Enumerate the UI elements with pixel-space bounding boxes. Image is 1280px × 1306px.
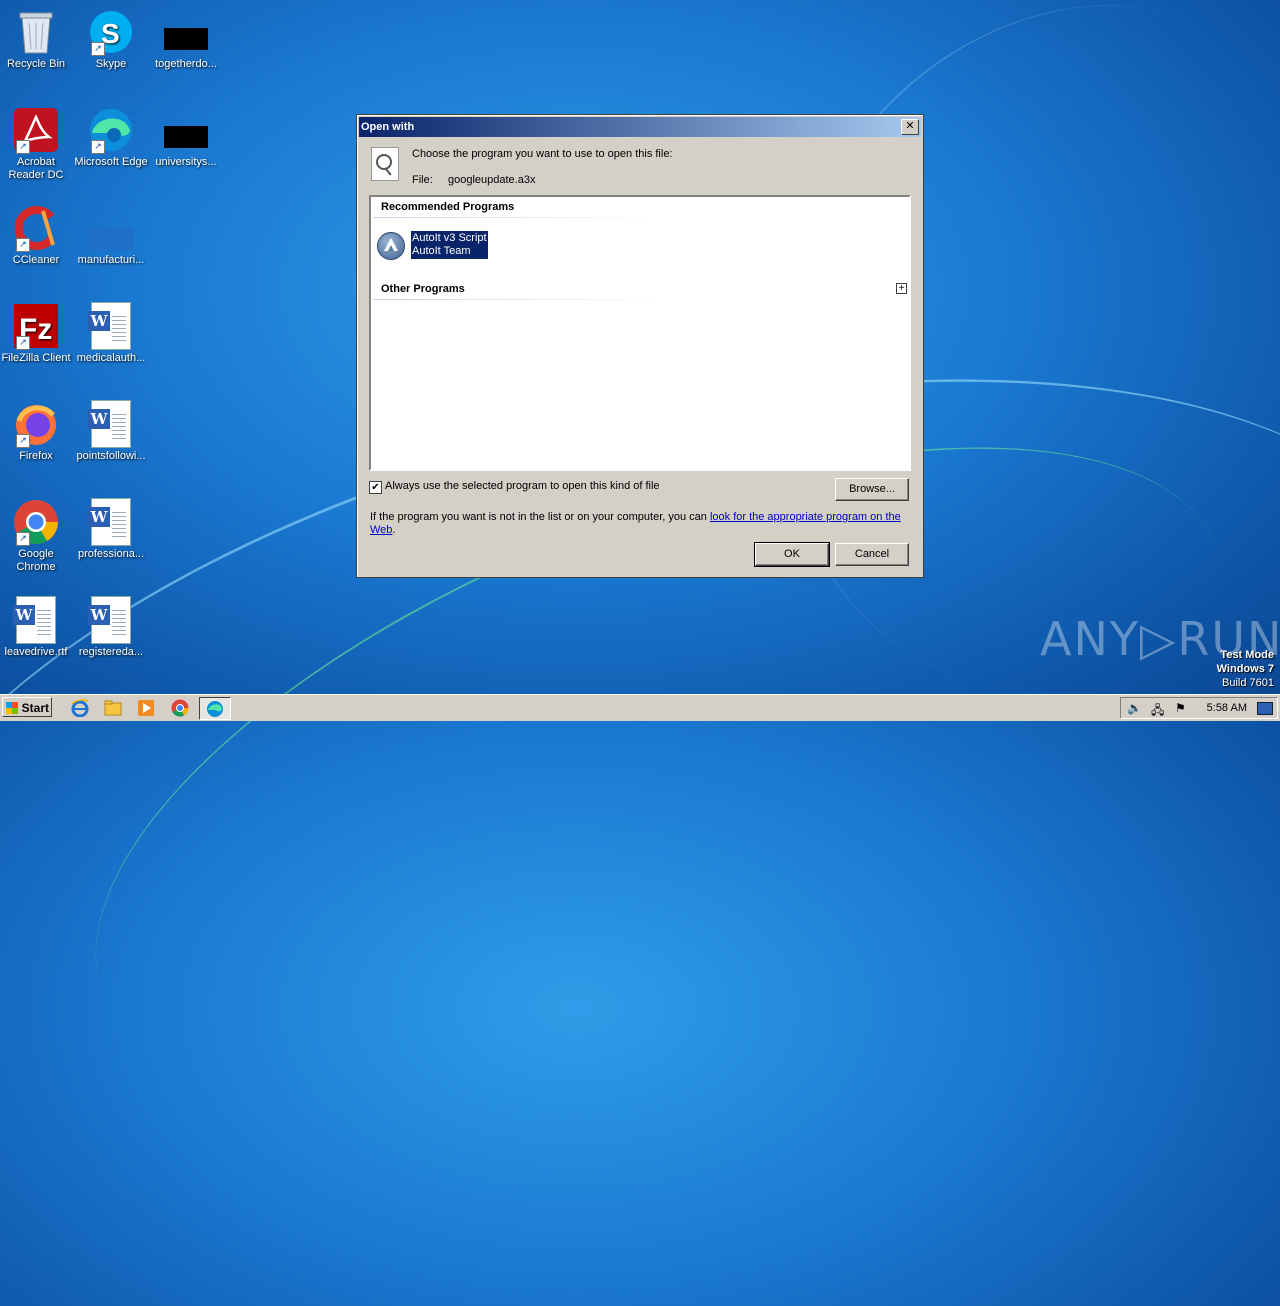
system-tray: 🔈 🖧 ⚑ 5:58 AM <box>1120 697 1278 719</box>
desktop-icon-manufacturing[interactable]: manufacturi... <box>73 204 149 267</box>
filezilla-icon: Fz ↗ <box>12 302 60 350</box>
shortcut-arrow-icon: ↗ <box>91 140 105 154</box>
start-button[interactable]: Start <box>2 697 52 717</box>
word-document-icon: W <box>87 498 135 546</box>
group-divider <box>373 299 663 300</box>
desktop-icon-filezilla[interactable]: Fz ↗ FileZilla Client <box>0 302 74 365</box>
action-center-flag-icon[interactable]: ⚑ <box>1175 701 1186 715</box>
shortcut-arrow-icon: ↗ <box>91 42 105 56</box>
shortcut-arrow-icon: ↗ <box>16 434 30 448</box>
always-use-checkbox[interactable]: ✔ <box>369 481 382 494</box>
word-document-icon: W <box>87 302 135 350</box>
word-document-icon: W <box>87 596 135 644</box>
dialog-title: Open with <box>361 121 415 133</box>
file-explorer-icon[interactable] <box>103 698 123 718</box>
info-text: If the program you want is not in the li… <box>370 511 901 536</box>
desktop-icon-chrome[interactable]: ↗ Google Chrome <box>0 498 74 574</box>
open-with-dialog: Open with ✕ Choose the program you want … <box>356 114 924 578</box>
edge-icon: ↗ <box>87 106 135 154</box>
shortcut-arrow-icon: ↗ <box>16 140 30 154</box>
recycle-bin-icon <box>12 8 60 56</box>
word-document-icon: W <box>87 400 135 448</box>
desktop-icon-acrobat[interactable]: ↗ Acrobat Reader DC <box>0 106 74 182</box>
redacted-file-icon <box>162 8 210 56</box>
desktop-icon-togetherdo[interactable]: togetherdo... <box>148 8 224 71</box>
shortcut-arrow-icon: ↗ <box>16 532 30 546</box>
program-list[interactable]: Recommended Programs AutoIt v3 Script Au… <box>369 195 911 471</box>
desktop-icon-firefox[interactable]: ↗ Firefox <box>0 400 74 463</box>
volume-icon[interactable]: 🔈 <box>1127 701 1142 715</box>
file-icon <box>87 204 135 252</box>
file-name: googleupdate.a3x <box>448 174 536 186</box>
dialog-prompt: Choose the program you want to use to op… <box>412 148 673 160</box>
acrobat-icon: ↗ <box>12 106 60 154</box>
ccleaner-icon: ↗ <box>12 204 60 252</box>
close-icon: ✕ <box>905 120 915 132</box>
windows-logo-icon <box>6 702 18 714</box>
desktop-icon-edge[interactable]: ↗ Microsoft Edge <box>73 106 149 169</box>
chrome-taskbar-icon[interactable] <box>170 698 190 718</box>
desktop-icon-recycle-bin[interactable]: Recycle Bin <box>0 8 74 71</box>
other-programs-header[interactable]: Other Programs <box>381 283 465 295</box>
file-label: File: <box>412 174 433 186</box>
desktop-icon-medicalauth[interactable]: W medicalauth... <box>73 302 149 365</box>
chrome-icon: ↗ <box>12 498 60 546</box>
desktop-icon-professional[interactable]: W professiona... <box>73 498 149 561</box>
dialog-titlebar[interactable]: Open with ✕ <box>359 117 921 137</box>
desktop-icon-pointsfollowing[interactable]: W pointsfollowi... <box>73 400 149 463</box>
edge-taskbar-icon[interactable] <box>199 697 231 720</box>
program-item-text: AutoIt v3 Script AutoIt Team <box>411 231 488 259</box>
skype-icon: S ↗ <box>87 8 135 56</box>
redacted-file-icon <box>162 106 210 154</box>
autoit-icon <box>377 232 405 260</box>
browse-button[interactable]: Browse... <box>835 478 909 501</box>
program-name: AutoIt v3 Script <box>412 232 487 244</box>
group-divider <box>373 217 663 218</box>
desktop-icon-universitys[interactable]: universitys... <box>148 106 224 169</box>
desktop-icon-leavedrive[interactable]: W leavedrive.rtf <box>0 596 74 659</box>
network-icon[interactable]: 🖧 <box>1151 701 1164 722</box>
program-vendor: AutoIt Team <box>412 245 471 257</box>
desktop-icon-registered[interactable]: W registereda... <box>73 596 149 659</box>
media-player-icon[interactable] <box>136 698 156 718</box>
recommended-programs-header: Recommended Programs <box>381 201 515 213</box>
cancel-button[interactable]: Cancel <box>835 543 909 566</box>
shortcut-arrow-icon: ↗ <box>16 238 30 252</box>
word-document-icon: W <box>12 596 60 644</box>
clock[interactable]: 5:58 AM <box>1207 702 1247 714</box>
desktop-icon-skype[interactable]: S ↗ Skype <box>73 8 149 71</box>
search-file-icon <box>371 147 399 181</box>
ok-button[interactable]: OK <box>754 542 830 567</box>
test-mode-notice: Test Mode Windows 7 Build 7601 <box>1216 649 1274 689</box>
internet-explorer-icon[interactable] <box>70 698 90 718</box>
desktop-icon-ccleaner[interactable]: ↗ CCleaner <box>0 204 74 267</box>
taskbar: Start 🔈 🖧 ⚑ 5:58 AM <box>0 694 1280 721</box>
shortcut-arrow-icon: ↗ <box>16 336 30 350</box>
always-use-label[interactable]: Always use the selected program to open … <box>385 480 660 492</box>
firefox-icon: ↗ <box>12 400 60 448</box>
expand-icon[interactable]: + <box>896 283 907 294</box>
close-button[interactable]: ✕ <box>901 119 919 135</box>
show-desktop-icon[interactable] <box>1257 702 1273 715</box>
